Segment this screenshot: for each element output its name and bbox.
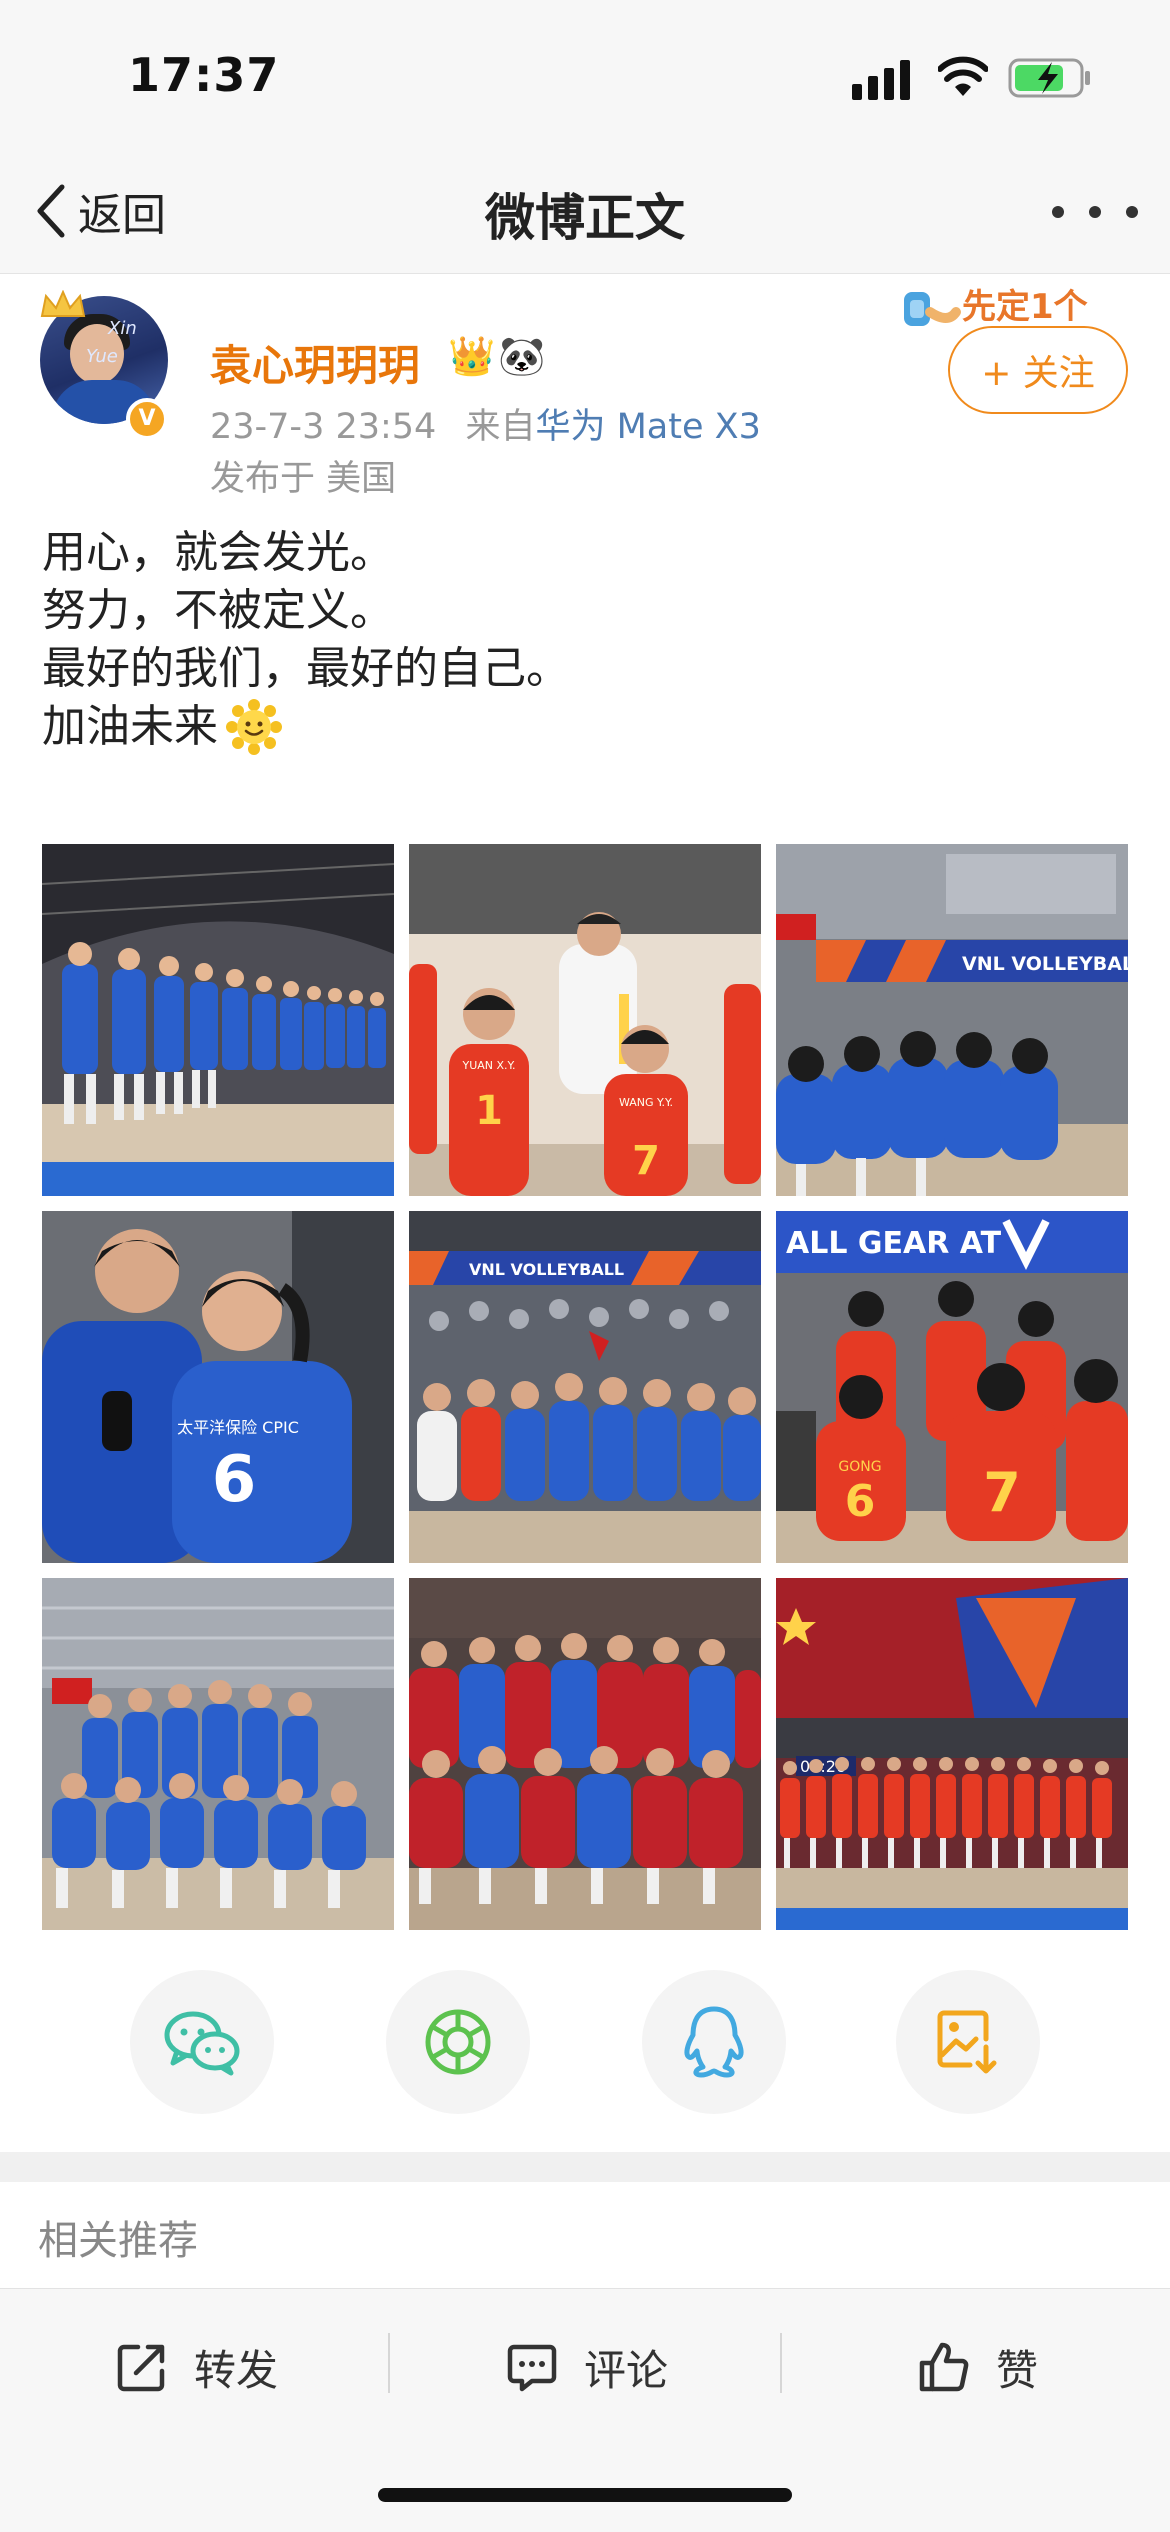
moments-icon bbox=[425, 2009, 491, 2075]
jersey-number: 7 bbox=[632, 1138, 660, 1184]
section-divider bbox=[0, 2152, 1170, 2182]
avatar-text: Yue bbox=[86, 346, 118, 367]
jersey-name: YUAN X.Y. bbox=[461, 1059, 515, 1072]
source-prefix: 来自 bbox=[465, 407, 536, 447]
avatar-crown-icon bbox=[40, 290, 86, 317]
save-image-icon bbox=[937, 2010, 997, 2074]
thumbs-up-icon bbox=[919, 2342, 969, 2392]
post-location: 发布于 美国 bbox=[210, 459, 397, 499]
post-line: 加油未来 bbox=[42, 698, 1132, 756]
status-bar: 17:37 bbox=[0, 0, 1170, 150]
wifi-icon bbox=[938, 56, 988, 96]
repost-label: 转发 bbox=[194, 2345, 279, 2395]
page-title: 微博正文 bbox=[485, 189, 685, 247]
post-image-9[interactable]: 01:26 bbox=[776, 1578, 1128, 1930]
post-image-4[interactable]: 太平洋保险 CPIC 6 bbox=[42, 1211, 394, 1563]
post-meta: 23-7-3 23:54 来自华为 Mate X3 bbox=[210, 398, 761, 449]
banner-text: ALL GEAR AT bbox=[786, 1226, 1002, 1261]
post-image-8[interactable] bbox=[409, 1578, 761, 1930]
photo-red-jacket-team bbox=[409, 1578, 761, 1930]
photo-flag-lineup: 01:26 bbox=[776, 1578, 1128, 1930]
action-separator bbox=[388, 2333, 390, 2393]
qq-icon bbox=[684, 2006, 744, 2078]
smiling-sun-emoji-icon bbox=[226, 699, 282, 755]
follow-deco-text: 先定1个 bbox=[962, 287, 1088, 327]
share-moments-button[interactable] bbox=[386, 1970, 530, 2114]
post-image-5[interactable]: VNL VOLLEYBALL bbox=[409, 1211, 761, 1563]
crown-badge-icon: 👑 bbox=[448, 334, 496, 378]
verified-badge-icon: V bbox=[126, 398, 168, 440]
post-image-6[interactable]: ALL GEAR AT GONG 6 7 bbox=[776, 1211, 1128, 1563]
follow-button[interactable]: + 关注 bbox=[948, 326, 1128, 414]
username[interactable]: 袁心玥玥玥 bbox=[210, 332, 420, 393]
post-line: 最好的我们，最好的自己。 bbox=[42, 640, 1132, 698]
jersey-number: 6 bbox=[212, 1443, 257, 1517]
like-button[interactable]: 赞 bbox=[918, 2329, 1038, 2405]
banner-text: VNL VOLLEYBALL bbox=[469, 1260, 624, 1279]
post-line-text: 努力，不被定义。 bbox=[42, 585, 394, 636]
repost-button[interactable]: 转发 bbox=[116, 2329, 278, 2405]
jersey-number: 1 bbox=[475, 1088, 503, 1134]
photo-red-huddle: ALL GEAR AT GONG 6 7 bbox=[776, 1211, 1128, 1563]
share-qq-button[interactable] bbox=[642, 1970, 786, 2114]
wechat-icon bbox=[164, 2011, 240, 2076]
more-dot-icon bbox=[1126, 206, 1138, 218]
more-options-button[interactable] bbox=[1052, 194, 1138, 230]
post-image-1[interactable] bbox=[42, 844, 394, 1196]
banner-text: VNL VOLLEYBALL bbox=[962, 953, 1128, 975]
cellular-signal-icon bbox=[852, 60, 910, 100]
photo-blue-team bbox=[42, 1578, 394, 1930]
more-dot-icon bbox=[1052, 206, 1064, 218]
post-line-text: 加油未来 bbox=[42, 701, 218, 752]
comment-button[interactable]: 评论 bbox=[506, 2329, 668, 2405]
share-wechat-button[interactable] bbox=[130, 1970, 274, 2114]
panda-badge-icon: 🐼 bbox=[498, 334, 546, 378]
post-image-2[interactable]: 1 YUAN X.Y. 7 WANG Y.Y. bbox=[409, 844, 761, 1196]
photo-team-huddle: VNL VOLLEYBALL bbox=[776, 844, 1128, 1196]
avatar-text: Xin bbox=[108, 318, 137, 339]
jersey-name: GONG bbox=[838, 1459, 881, 1475]
jersey-number: 6 bbox=[845, 1476, 876, 1527]
post-image-3[interactable]: VNL VOLLEYBALL bbox=[776, 844, 1128, 1196]
photo-team-celebration: VNL VOLLEYBALL bbox=[409, 1211, 761, 1563]
post-line-text: 最好的我们，最好的自己。 bbox=[42, 643, 570, 694]
jersey-name: WANG Y.Y. bbox=[619, 1096, 673, 1109]
post-content: 用心，就会发光。 努力，不被定义。 最好的我们，最好的自己。 加油未来 bbox=[42, 524, 1132, 756]
like-label: 赞 bbox=[996, 2345, 1039, 2395]
battery-icon bbox=[1008, 58, 1090, 98]
source-device-link[interactable]: 华为 Mate X3 bbox=[535, 407, 760, 447]
sponsor-text: 太平洋保险 CPIC bbox=[177, 1418, 299, 1437]
more-dot-icon bbox=[1089, 206, 1101, 218]
navigation-bar: 返回 微博正文 bbox=[0, 150, 1170, 274]
jersey-number: 7 bbox=[983, 1461, 1021, 1524]
action-separator bbox=[780, 2333, 782, 2393]
post-line: 努力，不被定义。 bbox=[42, 582, 1132, 640]
photo-team-lineup bbox=[42, 844, 394, 1196]
post-line: 用心，就会发光。 bbox=[42, 524, 1132, 582]
save-image-button[interactable] bbox=[896, 1970, 1040, 2114]
status-time: 17:37 bbox=[128, 48, 280, 102]
photo-coach-huddle: 1 YUAN X.Y. 7 WANG Y.Y. bbox=[409, 844, 761, 1196]
comment-label: 评论 bbox=[584, 2345, 669, 2395]
home-indicator[interactable] bbox=[378, 2488, 792, 2502]
post-line-text: 用心，就会发光。 bbox=[42, 527, 394, 578]
photo-two-players: 太平洋保险 CPIC 6 bbox=[42, 1211, 394, 1563]
post-date: 23-7-3 23:54 bbox=[210, 407, 437, 447]
repost-icon bbox=[117, 2344, 165, 2392]
image-grid: 1 YUAN X.Y. 7 WANG Y.Y. VNL VOLLEYBALL 太… bbox=[42, 844, 1128, 1930]
related-recommendations-title: 相关推荐 bbox=[38, 2218, 198, 2264]
comment-icon bbox=[507, 2344, 557, 2392]
post-image-7[interactable] bbox=[42, 1578, 394, 1930]
